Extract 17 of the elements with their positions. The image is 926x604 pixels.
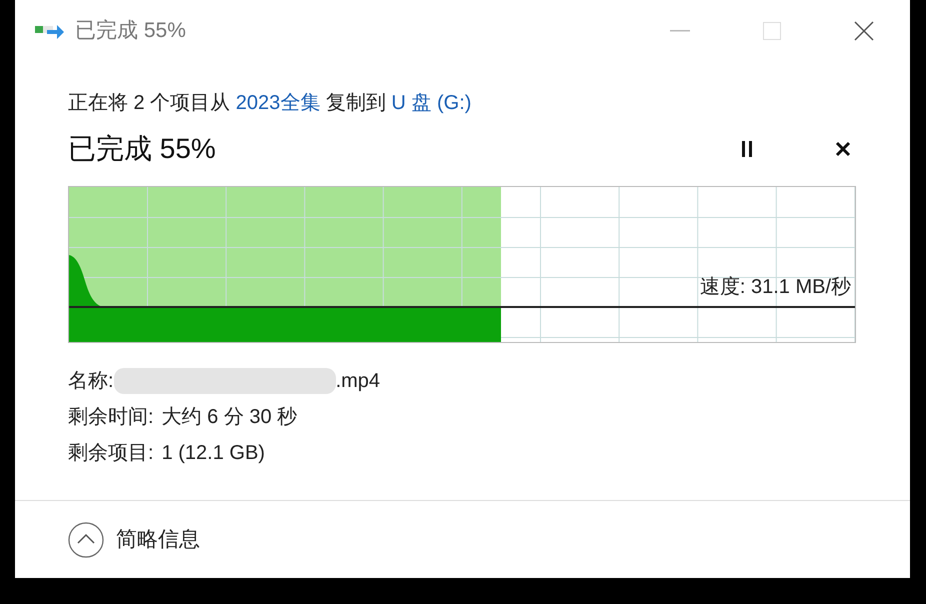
copy-description: 正在将 2 个项目从 2023全集 复制到 U 盘 (G:) — [68, 91, 472, 116]
minimize-icon — [670, 30, 690, 32]
cancel-icon — [835, 141, 851, 157]
close-icon — [854, 21, 874, 41]
detail-value: 1 (12.1 GB) — [162, 441, 265, 466]
detail-value: 大约 6 分 30 秒 — [162, 405, 298, 430]
detail-value: .mp4 — [336, 369, 380, 394]
detail-label: 剩余项目: — [68, 441, 154, 466]
details-toggle[interactable]: 简略信息 — [68, 522, 200, 558]
detail-label: 名称: — [68, 369, 114, 394]
collapse-icon — [68, 522, 104, 558]
window-title: 已完成 55% — [75, 18, 186, 44]
pause-icon — [741, 141, 753, 157]
speed-label: 速度: 31.1 MB/秒 — [700, 275, 851, 300]
detail-label: 剩余时间: — [68, 405, 154, 430]
progress-status: 已完成 55% — [68, 132, 216, 166]
maximize-icon — [763, 22, 781, 40]
